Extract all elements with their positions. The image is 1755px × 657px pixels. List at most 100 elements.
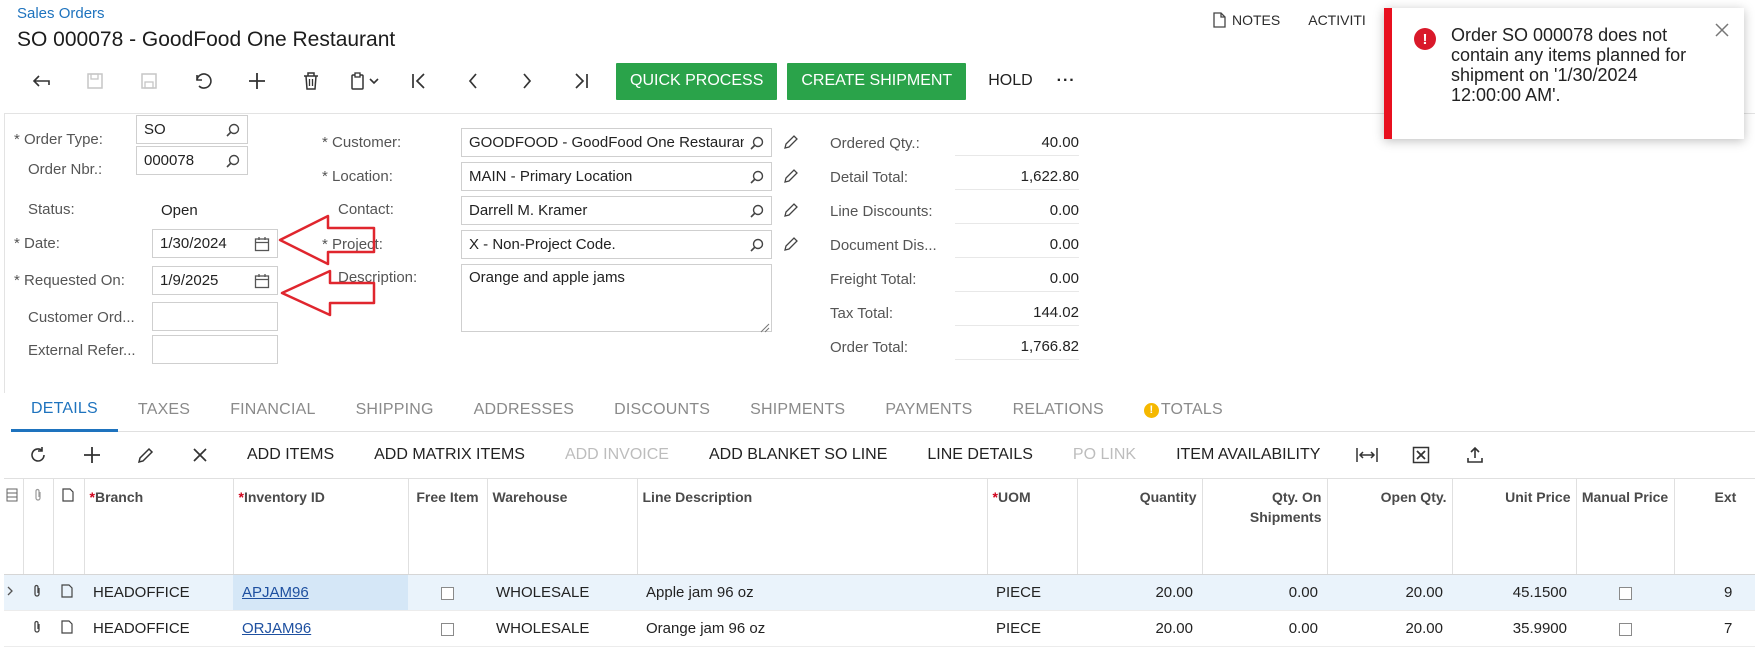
item-availability-button[interactable]: ITEM AVAILABILITY <box>1156 437 1340 473</box>
edit-location-icon[interactable] <box>783 168 799 188</box>
description-field[interactable]: Orange and apple jams <box>461 264 772 332</box>
tab-shipping[interactable]: SHIPPING <box>336 388 454 432</box>
cell-free-item[interactable] <box>408 610 487 647</box>
quick-process-button[interactable]: QUICK PROCESS <box>616 62 778 100</box>
add-row-button[interactable] <box>65 437 119 473</box>
row-selector-icon[interactable] <box>4 574 23 611</box>
cell-branch[interactable]: HEADOFFICE <box>84 574 233 611</box>
column-free-item[interactable]: Free Item <box>408 478 488 575</box>
edit-customer-icon[interactable] <box>783 134 799 154</box>
search-icon[interactable] <box>750 170 764 184</box>
hold-button[interactable]: HOLD <box>976 63 1044 100</box>
column-uom[interactable]: *UOM <box>987 478 1078 575</box>
order-type-field[interactable]: SO <box>136 115 248 144</box>
search-icon[interactable] <box>750 204 764 218</box>
cell-uom[interactable]: PIECE <box>987 610 1077 647</box>
note-icon[interactable] <box>53 610 84 647</box>
notes-link[interactable]: NOTES <box>1212 12 1280 28</box>
activities-link[interactable]: ACTIVITI <box>1308 12 1366 28</box>
back-button[interactable] <box>14 63 68 99</box>
more-actions-button[interactable]: ··· <box>1045 63 1088 100</box>
column-warehouse[interactable]: Warehouse <box>487 478 638 575</box>
grid-settings-icon[interactable] <box>4 478 24 575</box>
create-shipment-button[interactable]: CREATE SHIPMENT <box>787 62 967 100</box>
column-line-description[interactable]: Line Description <box>637 478 988 575</box>
save-close-button[interactable] <box>68 63 122 99</box>
external-ref-field[interactable] <box>152 335 278 364</box>
requested-on-field[interactable]: 1/9/2025 <box>152 266 278 295</box>
manual-price-checkbox[interactable] <box>1618 586 1632 600</box>
delete-button[interactable] <box>284 63 338 99</box>
po-link-button[interactable]: PO LINK <box>1053 437 1156 473</box>
tab-totals[interactable]: ! TOTALS <box>1124 388 1243 432</box>
search-icon[interactable] <box>750 238 764 252</box>
column-quantity[interactable]: Quantity <box>1077 478 1203 575</box>
first-record-button[interactable] <box>392 63 446 99</box>
cell-inventory-id[interactable]: ORJAM96 <box>233 610 408 647</box>
column-ext[interactable]: Ext <box>1674 478 1755 575</box>
cell-line-description[interactable]: Orange jam 96 oz <box>637 610 987 647</box>
cell-quantity[interactable]: 20.00 <box>1077 610 1202 647</box>
tab-taxes[interactable]: TAXES <box>118 388 210 432</box>
add-button[interactable] <box>230 63 284 99</box>
resize-grip-icon[interactable] <box>760 320 770 337</box>
attachment-icon[interactable] <box>23 610 53 647</box>
free-item-checkbox[interactable] <box>441 622 454 636</box>
cell-manual-price[interactable] <box>1576 574 1674 611</box>
line-details-button[interactable]: LINE DETAILS <box>907 437 1053 473</box>
add-items-button[interactable]: ADD ITEMS <box>227 437 354 473</box>
add-invoice-button[interactable]: ADD INVOICE <box>545 437 689 473</box>
project-field[interactable]: X - Non-Project Code. <box>461 230 772 259</box>
refresh-button[interactable] <box>11 437 65 473</box>
cell-free-item[interactable] <box>408 574 487 611</box>
column-unit-price[interactable]: Unit Price <box>1452 478 1577 575</box>
edit-project-icon[interactable] <box>783 236 799 256</box>
tab-payments[interactable]: PAYMENTS <box>865 388 992 432</box>
undo-button[interactable] <box>176 63 230 99</box>
calendar-icon[interactable] <box>254 273 270 289</box>
search-icon[interactable] <box>226 154 240 168</box>
upload-button[interactable] <box>1448 437 1502 473</box>
search-icon[interactable] <box>750 136 764 150</box>
delete-row-button[interactable] <box>173 437 227 473</box>
export-excel-button[interactable] <box>1394 437 1448 473</box>
customer-ord-field[interactable] <box>152 302 278 331</box>
prev-record-button[interactable] <box>446 63 500 99</box>
column-qty-on-shipments[interactable]: Qty. On Shipments <box>1202 478 1328 575</box>
last-record-button[interactable] <box>554 63 608 99</box>
tab-details[interactable]: DETAILS <box>11 388 118 432</box>
inventory-id-link[interactable]: ORJAM96 <box>242 620 311 637</box>
cell-line-description[interactable]: Apple jam 96 oz <box>637 574 987 611</box>
close-icon[interactable] <box>1714 22 1730 42</box>
cell-warehouse[interactable]: WHOLESALE <box>487 574 637 611</box>
table-row[interactable]: HEADOFFICE ORJAM96 WHOLESALE Orange jam … <box>4 610 1755 647</box>
edit-contact-icon[interactable] <box>783 202 799 222</box>
add-blanket-so-line-button[interactable]: ADD BLANKET SO LINE <box>689 437 907 473</box>
tab-relations[interactable]: RELATIONS <box>993 388 1124 432</box>
tab-addresses[interactable]: ADDRESSES <box>454 388 595 432</box>
edit-row-button[interactable] <box>119 437 173 473</box>
cell-quantity[interactable]: 20.00 <box>1077 574 1202 611</box>
cell-unit-price[interactable]: 45.1500 <box>1452 574 1576 611</box>
tab-shipments[interactable]: SHIPMENTS <box>730 388 865 432</box>
free-item-checkbox[interactable] <box>441 586 454 600</box>
tab-discounts[interactable]: DISCOUNTS <box>594 388 730 432</box>
date-field[interactable]: 1/30/2024 <box>152 229 278 258</box>
save-button[interactable] <box>122 63 176 99</box>
inventory-id-link[interactable]: APJAM96 <box>242 584 309 601</box>
attachment-icon[interactable] <box>23 574 53 611</box>
customer-field[interactable]: GOODFOOD - GoodFood One Restaurant <box>461 128 772 157</box>
add-matrix-items-button[interactable]: ADD MATRIX ITEMS <box>354 437 545 473</box>
order-nbr-field[interactable]: 000078 <box>136 146 248 175</box>
tab-financial[interactable]: FINANCIAL <box>210 388 335 432</box>
column-manual-price[interactable]: Manual Price <box>1576 478 1675 575</box>
column-open-qty[interactable]: Open Qty. <box>1327 478 1453 575</box>
row-selector[interactable] <box>4 610 23 647</box>
cell-manual-price[interactable] <box>1576 610 1674 647</box>
calendar-icon[interactable] <box>254 236 270 252</box>
cell-warehouse[interactable]: WHOLESALE <box>487 610 637 647</box>
fit-columns-button[interactable] <box>1340 437 1394 473</box>
note-icon[interactable] <box>53 574 84 611</box>
column-branch[interactable]: *Branch <box>84 478 234 575</box>
cell-inventory-id[interactable]: APJAM96 <box>233 574 408 611</box>
